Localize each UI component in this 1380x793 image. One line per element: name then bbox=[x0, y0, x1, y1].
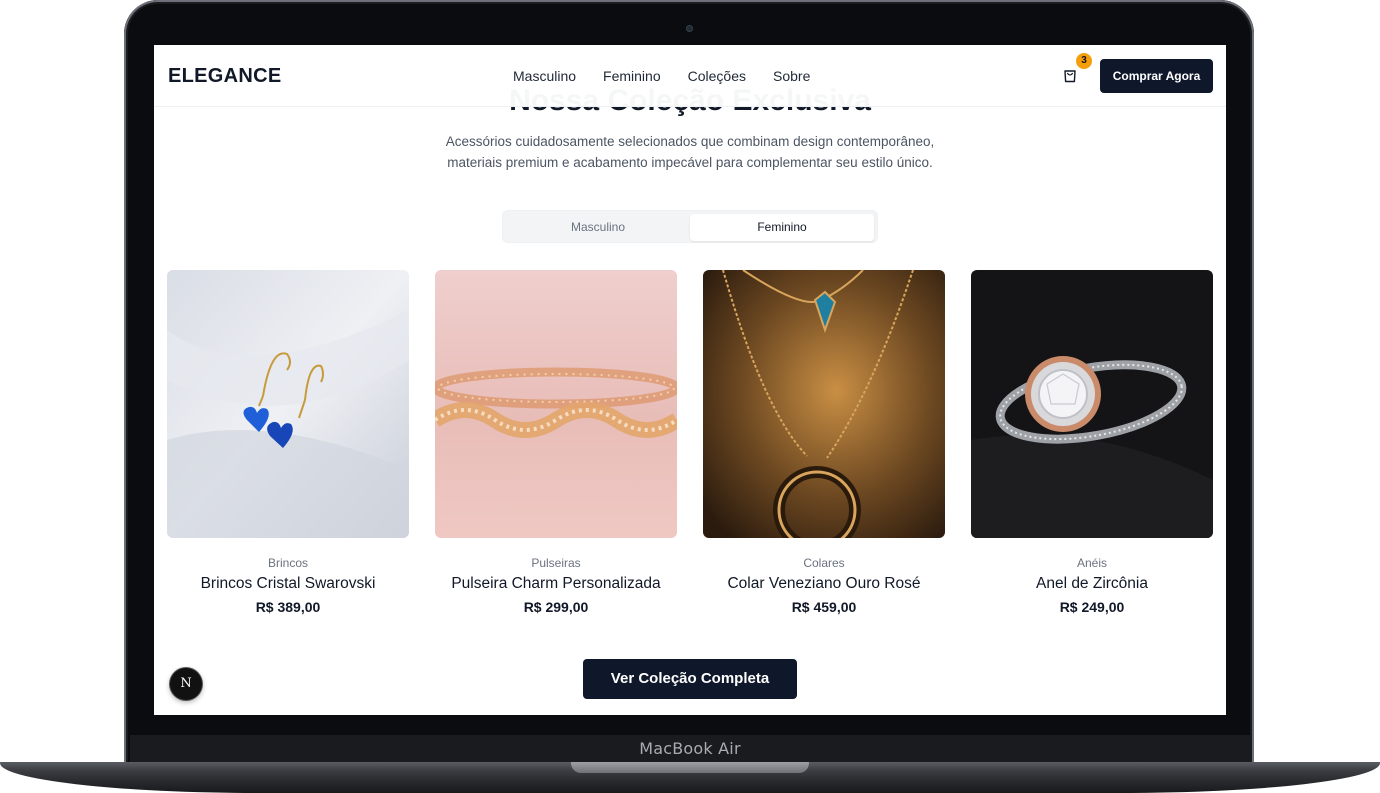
product-card[interactable]: Anéis Anel de Zircônia R$ 249,00 bbox=[971, 270, 1213, 615]
product-image-earrings[interactable] bbox=[167, 270, 409, 538]
product-price: R$ 459,00 bbox=[791, 599, 857, 615]
gender-tab-switch: Masculino Feminino bbox=[502, 210, 878, 243]
product-name[interactable]: Anel de Zircônia bbox=[971, 575, 1213, 593]
nav-link-sobre[interactable]: Sobre bbox=[773, 68, 810, 84]
browser-viewport: Nossa Coleção Exclusiva ELEGANCE Masculi… bbox=[154, 45, 1226, 715]
product-name[interactable]: Brincos Cristal Swarovski bbox=[167, 575, 409, 593]
section-description: Acessórios cuidadosamente selecionados q… bbox=[445, 134, 935, 170]
product-image-necklace[interactable] bbox=[703, 270, 945, 538]
view-full-collection-button[interactable]: Ver Coleção Completa bbox=[583, 659, 797, 699]
dev-tools-badge[interactable]: N bbox=[170, 668, 202, 700]
product-card[interactable]: Pulseiras Pulseira Charm Personalizada R… bbox=[435, 270, 677, 615]
shopping-bag-icon[interactable] bbox=[1063, 67, 1077, 83]
nav-links: Masculino Feminino Coleções Sobre bbox=[513, 68, 810, 84]
tab-masculino[interactable]: Masculino bbox=[506, 214, 690, 241]
product-image-bracelet[interactable] bbox=[435, 270, 677, 538]
product-price: R$ 299,00 bbox=[523, 599, 589, 615]
product-card[interactable]: Colares Colar Veneziano Ouro Rosé R$ 459… bbox=[703, 270, 945, 615]
buy-now-button[interactable]: Comprar Agora bbox=[1100, 59, 1213, 93]
product-name[interactable]: Colar Veneziano Ouro Rosé bbox=[703, 575, 945, 593]
product-category: Colares bbox=[803, 556, 845, 570]
product-category: Anéis bbox=[1076, 556, 1108, 570]
nav-link-feminino[interactable]: Feminino bbox=[603, 68, 661, 84]
tab-feminino[interactable]: Feminino bbox=[690, 214, 874, 241]
product-image-ring[interactable] bbox=[971, 270, 1213, 538]
product-card[interactable]: Brincos Brincos Cristal Swarovski R$ 389… bbox=[167, 270, 409, 615]
nav-link-colecoes[interactable]: Coleções bbox=[688, 68, 746, 84]
device-label: MacBook Air bbox=[639, 739, 741, 758]
navbar: ELEGANCE Masculino Feminino Coleções Sob… bbox=[154, 45, 1226, 107]
product-price: R$ 389,00 bbox=[255, 599, 321, 615]
nav-link-masculino[interactable]: Masculino bbox=[513, 68, 576, 84]
product-category: Brincos bbox=[267, 556, 308, 570]
brand-logo[interactable]: ELEGANCE bbox=[168, 65, 282, 88]
laptop-notch bbox=[571, 762, 809, 773]
product-name[interactable]: Pulseira Charm Personalizada bbox=[435, 575, 677, 593]
product-category: Pulseiras bbox=[531, 556, 581, 570]
product-price: R$ 249,00 bbox=[1059, 599, 1125, 615]
camera-icon bbox=[686, 25, 693, 32]
cart-count-badge: 3 bbox=[1076, 53, 1092, 69]
